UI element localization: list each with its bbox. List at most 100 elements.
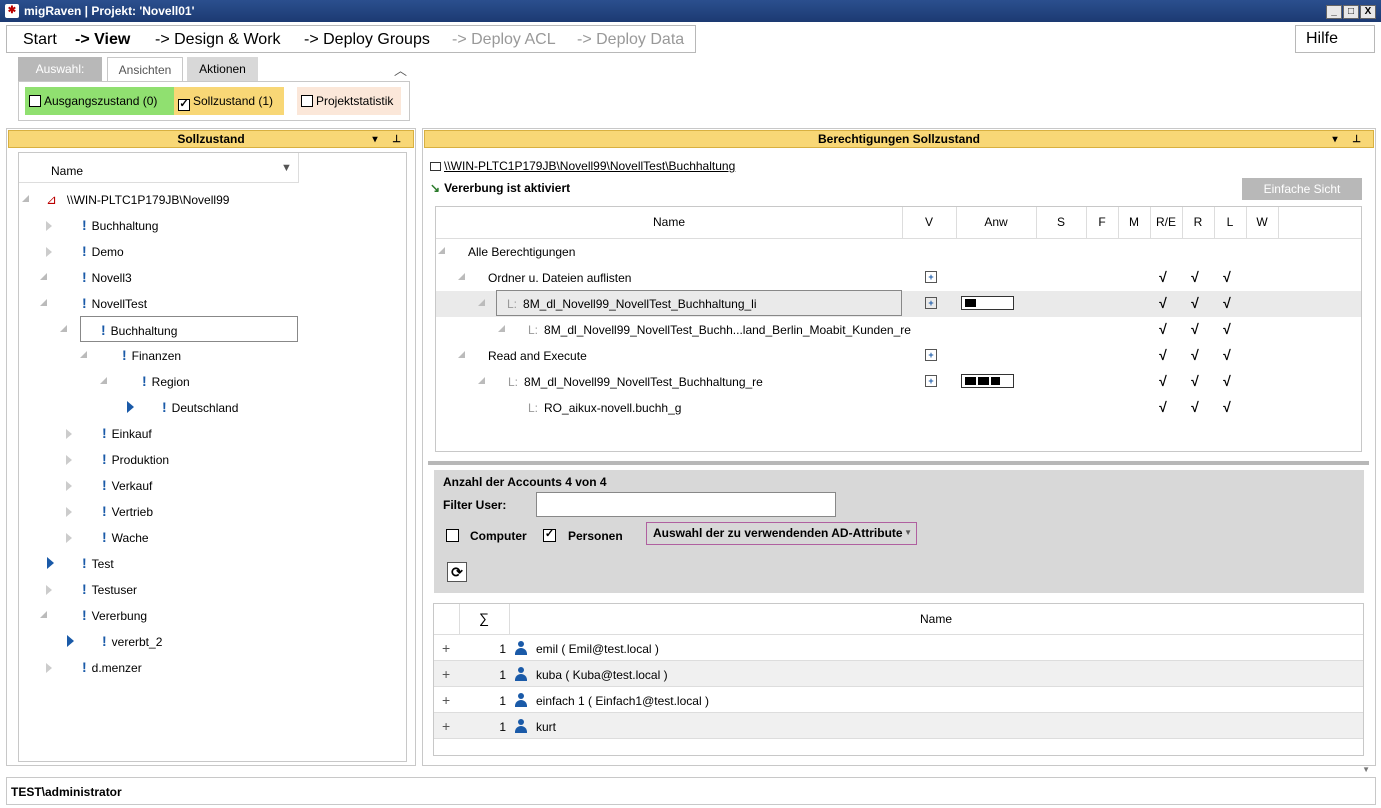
collapse-icon[interactable] — [60, 325, 67, 332]
perm-row-group-kunden[interactable]: L: 8M_dl_Novell99_NovellTest_Buchh...land… — [528, 323, 911, 337]
collapse-icon[interactable] — [458, 351, 465, 358]
expand-plus-icon[interactable]: + — [442, 692, 450, 708]
filter-user-input[interactable] — [536, 492, 836, 517]
perm-row-read-execute[interactable]: Read and Execute — [488, 349, 587, 363]
col-l[interactable]: L — [1214, 215, 1246, 229]
minimize-button[interactable]: _ — [1326, 5, 1342, 19]
filter-icon[interactable]: ▼ — [281, 162, 292, 174]
sollzustand-checkbox[interactable]: ✓ — [178, 99, 190, 111]
projektstatistik-checkbox[interactable] — [301, 95, 313, 107]
tree-node-einkauf[interactable]: ! Einkauf — [102, 425, 152, 441]
tree-node-deutschland[interactable]: ! Deutschland — [162, 399, 238, 415]
tab-ansichten[interactable]: Ansichten — [107, 57, 183, 81]
expand-plus-icon[interactable]: + — [442, 718, 450, 734]
user-row[interactable]: + 1 kurt — [434, 713, 1363, 739]
expand-icon[interactable] — [46, 247, 52, 257]
collapse-icon[interactable] — [438, 247, 445, 254]
col-m[interactable]: M — [1118, 215, 1150, 229]
collapse-icon[interactable] — [478, 377, 485, 384]
computer-checkbox[interactable] — [446, 529, 459, 542]
help-button[interactable]: Hilfe — [1295, 25, 1375, 53]
menu-design-work[interactable]: -> Design & Work — [155, 31, 281, 49]
tree-node-testuser[interactable]: ! Testuser — [82, 581, 137, 597]
menu-deploy-data[interactable]: -> Deploy Data — [577, 31, 684, 49]
collapse-icon[interactable] — [40, 273, 47, 280]
collapse-icon[interactable] — [458, 273, 465, 280]
expand-icon[interactable] — [66, 481, 72, 491]
tree-node-wache[interactable]: ! Wache — [102, 529, 149, 545]
menu-start[interactable]: Start — [23, 31, 57, 49]
collapse-icon[interactable] — [478, 299, 485, 306]
tree-node-vererbung[interactable]: ! Vererbung — [82, 607, 147, 623]
col-w[interactable]: W — [1246, 215, 1278, 229]
tree-node-vererbt-2[interactable]: ! vererbt_2 — [102, 633, 162, 649]
expand-icon[interactable] — [47, 557, 54, 569]
perm-row-group-re[interactable]: L: 8M_dl_Novell99_NovellTest_Buchhaltung_… — [508, 375, 763, 389]
add-icon[interactable]: + — [925, 297, 937, 309]
menu-view[interactable]: -> View — [75, 31, 130, 49]
pin-icon[interactable]: ▾ ⊥ — [1332, 131, 1367, 148]
expand-icon[interactable] — [67, 635, 74, 647]
add-icon[interactable]: + — [925, 375, 937, 387]
tree-node-verkauf[interactable]: ! Verkauf — [102, 477, 152, 493]
add-icon[interactable]: + — [925, 271, 937, 283]
user-row[interactable]: + 1 kuba ( Kuba@test.local ) — [434, 661, 1363, 687]
tree-node-vertrieb[interactable]: ! Vertrieb — [102, 503, 153, 519]
col-name[interactable]: Name — [436, 215, 902, 229]
expand-icon[interactable] — [46, 585, 52, 595]
folder-path[interactable]: \\WIN-PLTC1P179JB\Novell99\NovellTest\Bu… — [430, 159, 735, 173]
menu-deploy-acl[interactable]: -> Deploy ACL — [452, 31, 556, 49]
tree-node-produktion[interactable]: ! Produktion — [102, 451, 169, 467]
close-button[interactable]: X — [1360, 5, 1376, 19]
add-icon[interactable]: + — [925, 349, 937, 361]
collapse-ribbon-icon[interactable]: ︿ — [394, 60, 407, 79]
perm-row-ro-aikux[interactable]: L: RO_aikux-novell.buchh_g — [528, 401, 681, 415]
splitter[interactable] — [428, 461, 1369, 465]
ausgangszustand-button[interactable]: Ausgangszustand (0) — [25, 87, 187, 115]
user-row[interactable]: + 1 einfach 1 ( Einfach1@test.local ) — [434, 687, 1363, 713]
tree-node-region[interactable]: ! Region — [142, 373, 190, 389]
perm-row-all[interactable]: Alle Berechtigungen — [468, 245, 575, 259]
col-v[interactable]: V — [902, 215, 956, 229]
col-sum[interactable]: ∑ — [459, 610, 509, 626]
personen-checkbox[interactable]: ✓ — [543, 529, 556, 542]
expand-root-icon[interactable] — [22, 195, 29, 202]
collapse-icon[interactable] — [498, 325, 505, 332]
col-re[interactable]: R/E — [1150, 215, 1182, 229]
collapse-icon[interactable] — [40, 299, 47, 306]
menu-deploy-groups[interactable]: -> Deploy Groups — [304, 31, 430, 49]
expand-icon[interactable] — [46, 663, 52, 673]
tree-node-novell3[interactable]: ! Novell3 — [82, 269, 132, 285]
tree-node-buchhaltung[interactable]: ! Buchhaltung — [82, 217, 158, 233]
collapse-icon[interactable] — [100, 377, 107, 384]
projektstatistik-button[interactable]: Projektstatistik — [297, 87, 401, 115]
maximize-button[interactable]: □ — [1343, 5, 1359, 19]
col-user-name[interactable]: Name — [509, 612, 1363, 626]
ad-attribute-select[interactable]: Auswahl der zu verwendenden AD-Attribute… — [646, 522, 917, 545]
ausgangszustand-checkbox[interactable] — [29, 95, 41, 107]
tab-aktionen[interactable]: Aktionen — [187, 57, 258, 81]
expand-icon[interactable] — [66, 455, 72, 465]
tree-node-novelltest[interactable]: ! NovellTest — [82, 295, 147, 311]
sollzustand-button[interactable]: ✓ Sollzustand (1) — [174, 87, 284, 115]
tree-column-header[interactable]: Name ▼ — [19, 153, 299, 183]
tree-node-finanzen[interactable]: ! Finanzen — [122, 347, 181, 363]
col-f[interactable]: F — [1086, 215, 1118, 229]
tree-root[interactable]: ⊿ \\WIN-PLTC1P179JB\Novell99 — [46, 192, 229, 208]
collapse-icon[interactable] — [80, 351, 87, 358]
collapse-icon[interactable] — [40, 611, 47, 618]
col-anw[interactable]: Anw — [956, 215, 1036, 229]
perm-row-list[interactable]: Ordner u. Dateien auflisten — [488, 271, 631, 285]
col-r[interactable]: R — [1182, 215, 1214, 229]
expand-icon[interactable] — [127, 401, 134, 413]
refresh-icon[interactable]: ⟳ — [447, 562, 467, 582]
tree-node-demo[interactable]: ! Demo — [82, 243, 124, 259]
expand-plus-icon[interactable]: + — [442, 666, 450, 682]
tree-node-d-menzer[interactable]: ! d.menzer — [82, 659, 142, 675]
expand-plus-icon[interactable]: + — [442, 640, 450, 656]
expand-icon[interactable] — [66, 533, 72, 543]
tree-node-test[interactable]: ! Test — [82, 555, 114, 571]
perm-row-group-li[interactable]: L: 8M_dl_Novell99_NovellTest_Buchhaltung_… — [496, 290, 902, 316]
user-row[interactable]: + 1 emil ( Emil@test.local ) — [434, 635, 1363, 661]
tree-node-buchhaltung-selected[interactable]: ! Buchhaltung — [80, 316, 298, 342]
